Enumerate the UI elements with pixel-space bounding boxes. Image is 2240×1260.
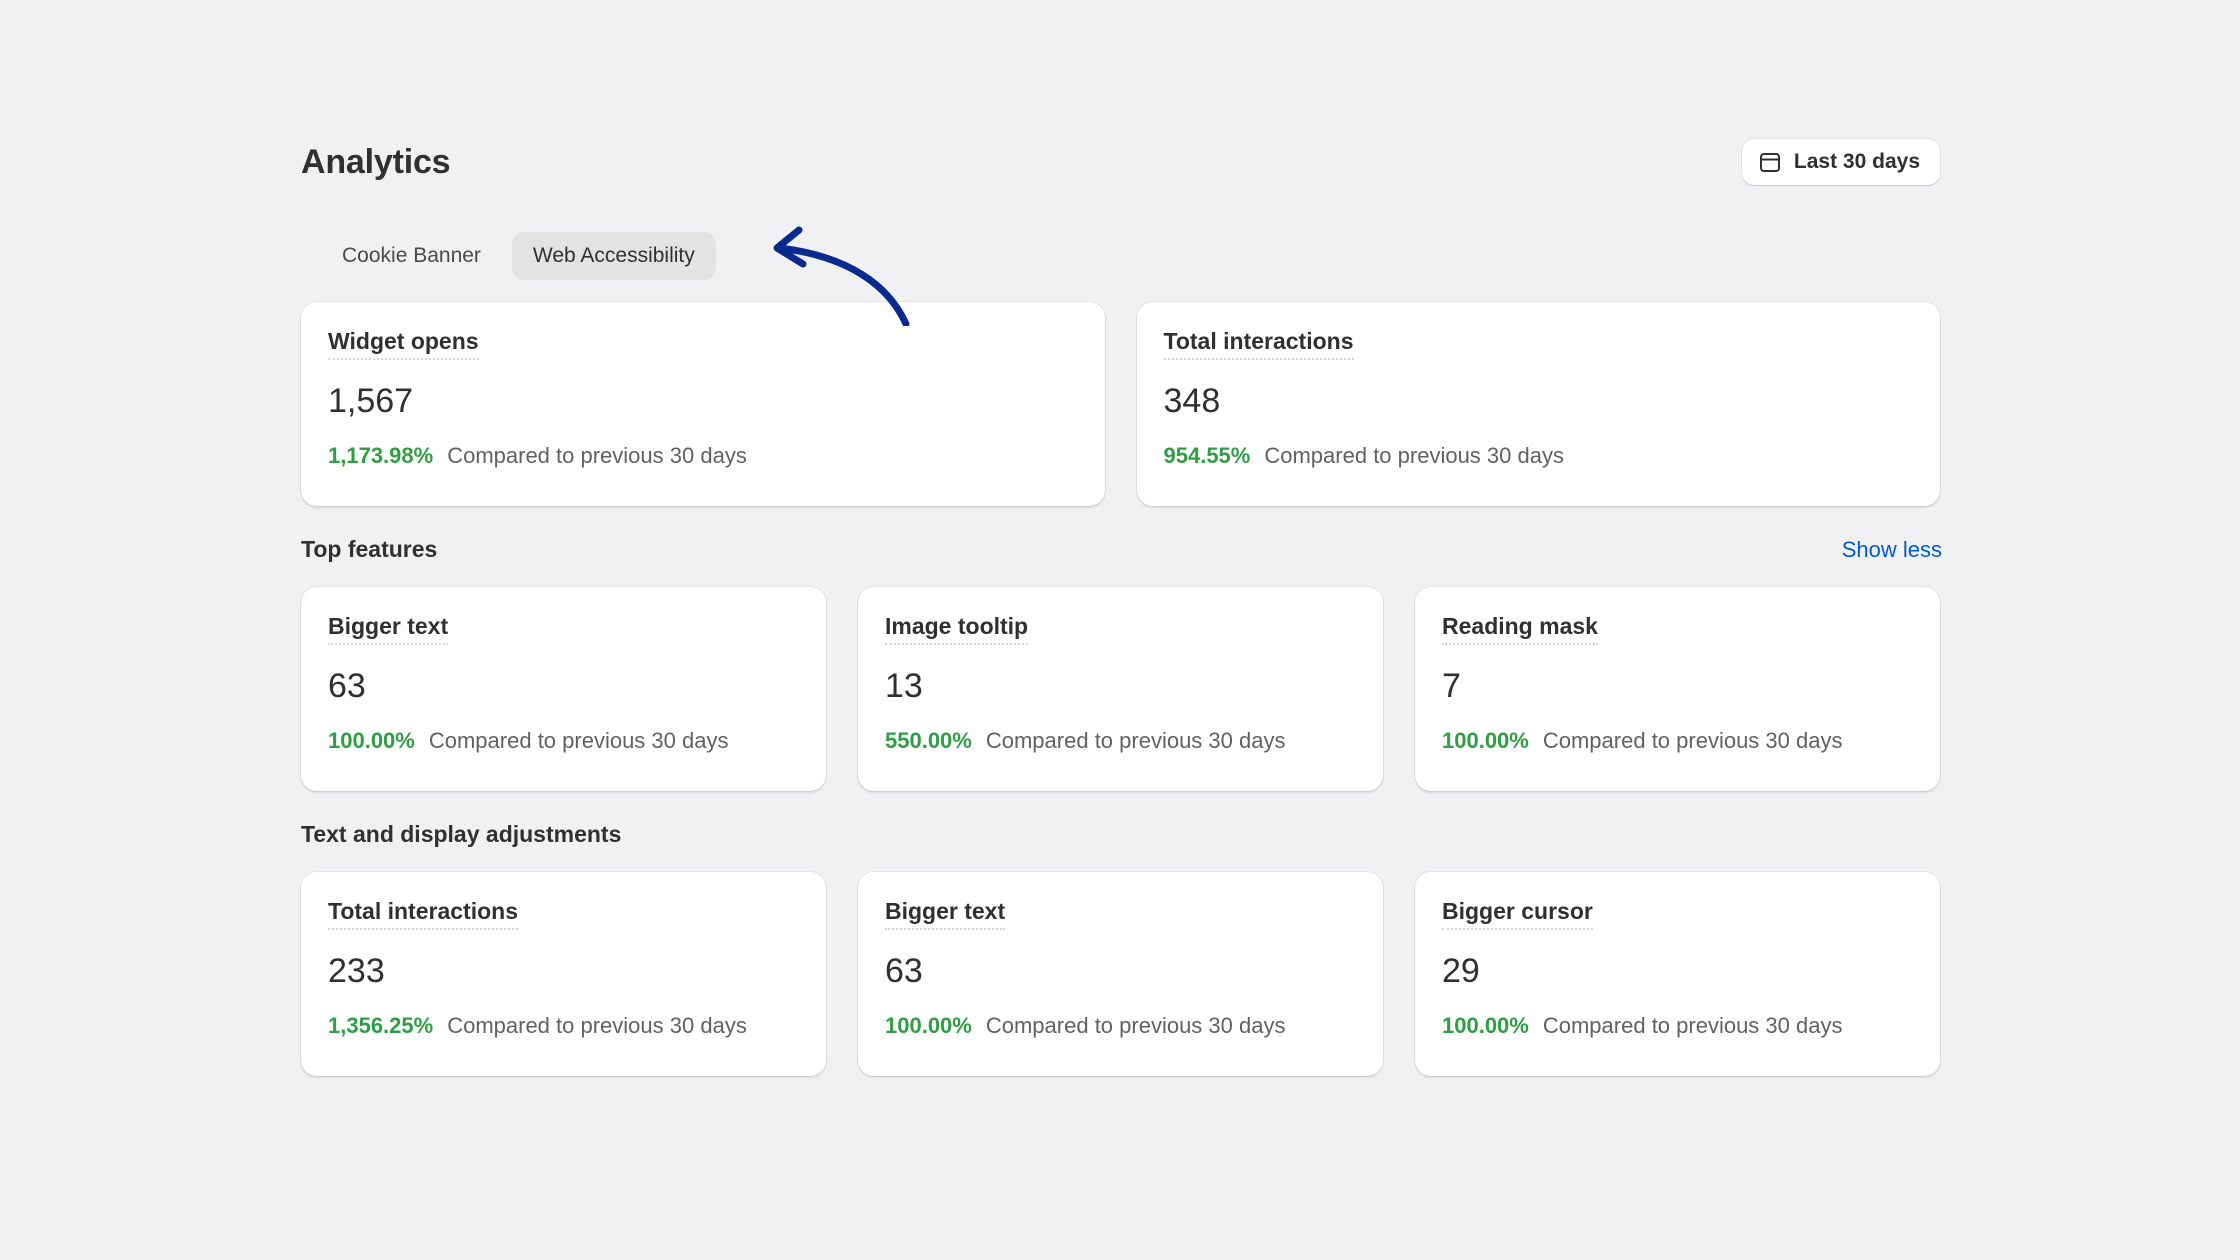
metric-change: 954.55% bbox=[1163, 443, 1251, 468]
analytics-tabs: Cookie Banner Web Accessibility bbox=[301, 226, 1940, 326]
metric-title[interactable]: Bigger text bbox=[885, 898, 1006, 930]
adjustment-card-bigger-cursor: Bigger cursor 29 100.00% Compared to pre… bbox=[1415, 872, 1940, 1076]
show-less-link[interactable]: Show less bbox=[1842, 537, 1942, 563]
metric-compare-text: Compared to previous 30 days bbox=[1264, 443, 1564, 468]
date-range-label: Last 30 days bbox=[1793, 150, 1920, 173]
metric-change-row: 100.00% Compared to previous 30 days bbox=[328, 728, 799, 754]
metric-value: 63 bbox=[328, 667, 366, 705]
top-features-grid: Bigger text 63 100.00% Compared to previ… bbox=[301, 587, 1940, 791]
analytics-page: Analytics Last 30 days Cookie Banner Web… bbox=[301, 130, 1942, 1076]
metric-change: 100.00% bbox=[885, 1013, 972, 1038]
metric-change-row: 1,173.98% Compared to previous 30 days bbox=[328, 443, 1078, 469]
section-title: Top features bbox=[301, 536, 438, 562]
metric-card-total-interactions: Total interactions 348 954.55% Compared … bbox=[1136, 302, 1940, 506]
metric-change: 100.00% bbox=[1442, 728, 1529, 753]
metric-value: 233 bbox=[328, 952, 385, 990]
metric-change-row: 954.55% Compared to previous 30 days bbox=[1164, 443, 1914, 469]
metric-value: 29 bbox=[1442, 952, 1480, 990]
metric-compare-text: Compared to previous 30 days bbox=[1542, 728, 1843, 753]
adjustment-card-bigger-text: Bigger text 63 100.00% Compared to previ… bbox=[858, 872, 1383, 1076]
date-range-button[interactable]: Last 30 days bbox=[1741, 139, 1940, 185]
metric-compare-text: Compared to previous 30 days bbox=[447, 1013, 747, 1038]
metric-change-row: 100.00% Compared to previous 30 days bbox=[1442, 728, 1913, 754]
metric-value: 63 bbox=[885, 952, 923, 990]
metric-compare-text: Compared to previous 30 days bbox=[985, 728, 1286, 753]
metric-title[interactable]: Total interactions bbox=[328, 898, 518, 930]
metric-compare-text: Compared to previous 30 days bbox=[985, 1013, 1286, 1038]
page-header: Analytics Last 30 days bbox=[301, 130, 1940, 194]
metric-value: 348 bbox=[1163, 382, 1221, 420]
metric-title[interactable]: Bigger text bbox=[328, 613, 449, 645]
tab-cookie-banner[interactable]: Cookie Banner bbox=[321, 232, 502, 280]
top-features-header: Top features Show less bbox=[301, 536, 1942, 563]
curved-arrow-icon bbox=[773, 226, 910, 326]
metric-title[interactable]: Widget opens bbox=[328, 328, 479, 360]
tab-web-accessibility[interactable]: Web Accessibility bbox=[511, 232, 716, 280]
feature-card-bigger-text: Bigger text 63 100.00% Compared to previ… bbox=[301, 587, 826, 791]
metric-compare-text: Compared to previous 30 days bbox=[428, 728, 729, 753]
metric-value: 7 bbox=[1442, 667, 1461, 705]
metric-title[interactable]: Image tooltip bbox=[885, 613, 1029, 645]
metric-value: 1,567 bbox=[328, 382, 414, 420]
metric-compare-text: Compared to previous 30 days bbox=[1542, 1013, 1843, 1038]
metric-title[interactable]: Reading mask bbox=[1442, 613, 1598, 645]
metric-change: 100.00% bbox=[1442, 1013, 1529, 1038]
section-title: Text and display adjustments bbox=[301, 821, 622, 847]
adjustment-card-total-interactions: Total interactions 233 1,356.25% Compare… bbox=[301, 872, 826, 1076]
metric-compare-text: Compared to previous 30 days bbox=[447, 443, 747, 468]
metric-change: 550.00% bbox=[885, 728, 972, 753]
metric-change: 1,356.25% bbox=[328, 1013, 434, 1038]
text-display-grid: Total interactions 233 1,356.25% Compare… bbox=[301, 872, 1940, 1076]
feature-card-reading-mask: Reading mask 7 100.00% Compared to previ… bbox=[1415, 587, 1940, 791]
metric-change-row: 100.00% Compared to previous 30 days bbox=[885, 1013, 1356, 1039]
summary-metrics: Widget opens 1,567 1,173.98% Compared to… bbox=[301, 302, 1940, 506]
metric-value: 13 bbox=[885, 667, 923, 705]
metric-change-row: 100.00% Compared to previous 30 days bbox=[1442, 1013, 1913, 1039]
metric-change-row: 550.00% Compared to previous 30 days bbox=[885, 728, 1356, 754]
metric-change: 100.00% bbox=[328, 728, 415, 753]
calendar-icon bbox=[1758, 150, 1782, 174]
metric-change-row: 1,356.25% Compared to previous 30 days bbox=[328, 1013, 799, 1039]
feature-card-image-tooltip: Image tooltip 13 550.00% Compared to pre… bbox=[858, 587, 1383, 791]
page-title: Analytics bbox=[301, 142, 451, 181]
metric-change: 1,173.98% bbox=[328, 443, 434, 468]
text-display-header: Text and display adjustments bbox=[301, 821, 1940, 848]
metric-card-widget-opens: Widget opens 1,567 1,173.98% Compared to… bbox=[301, 302, 1105, 506]
metric-title[interactable]: Total interactions bbox=[1163, 328, 1354, 360]
metric-title[interactable]: Bigger cursor bbox=[1442, 898, 1593, 930]
